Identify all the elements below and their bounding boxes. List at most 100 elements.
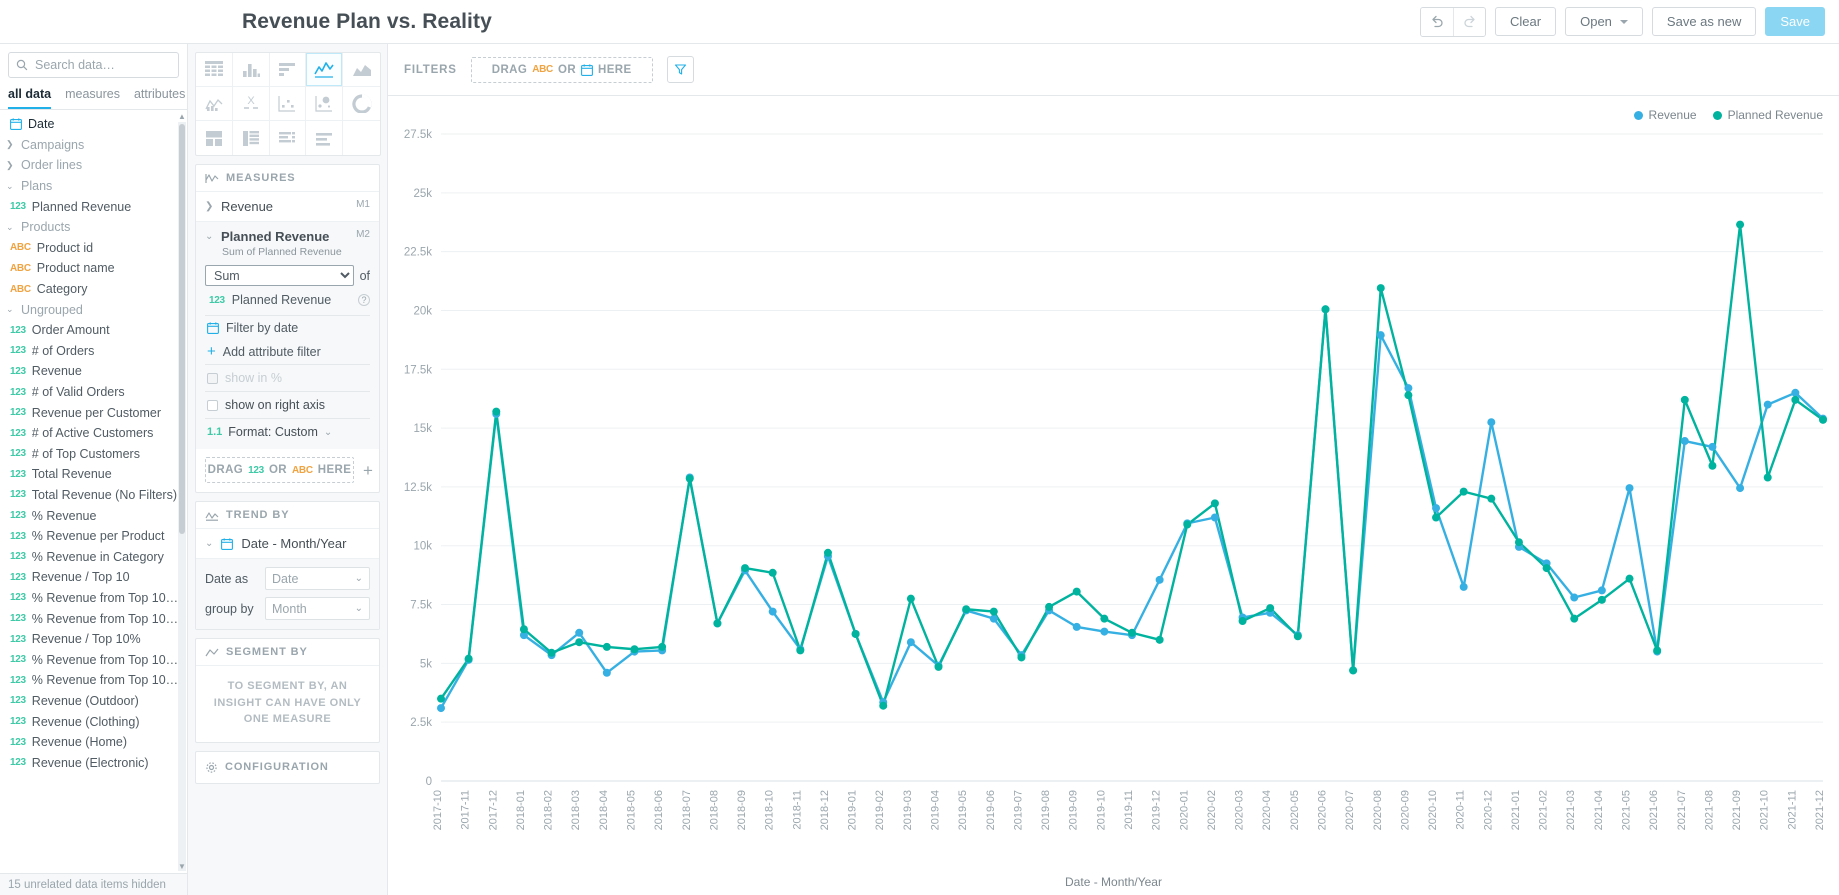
data-point-planned-revenue[interactable] <box>1763 473 1772 482</box>
help-icon[interactable]: ? <box>358 294 370 306</box>
data-point-planned-revenue[interactable] <box>519 625 528 634</box>
catalog-group-products[interactable]: ⌄ Products <box>0 217 187 238</box>
viz-type-table-chart[interactable] <box>196 53 233 87</box>
viz-type-column-chart[interactable] <box>232 53 270 87</box>
catalog-item-revenue-top-10[interactable]: 123 Revenue / Top 10 <box>0 567 187 588</box>
redo-button[interactable] <box>1453 7 1486 36</box>
measure-dropzone[interactable]: DRAG 123 OR ABC HERE <box>205 457 354 483</box>
catalog-item-revenue[interactable]: 123 % Revenue <box>0 505 187 526</box>
data-point-planned-revenue[interactable] <box>879 701 888 710</box>
viz-type-bubble-chart[interactable] <box>306 87 344 121</box>
save-as-new-button[interactable]: Save as new <box>1651 7 1757 36</box>
show-on-right-axis-row[interactable]: show on right axis <box>205 392 370 418</box>
aggregation-select[interactable]: SumAverageMinimumMaximumCountMedian <box>205 265 354 286</box>
data-point-planned-revenue[interactable] <box>602 642 611 651</box>
data-point-revenue[interactable] <box>1791 388 1800 397</box>
catalog-item-revenue-from-top-10[interactable]: 123 % Revenue from Top 10% … <box>0 670 187 691</box>
catalog-item-revenue-outdoor[interactable]: 123 Revenue (Outdoor) <box>0 691 187 712</box>
show-on-right-axis-checkbox[interactable] <box>207 399 218 411</box>
measure-item-revenue[interactable]: ❯ Revenue M1 <box>196 192 379 222</box>
catalog-group-campaigns[interactable]: ❯ Campaigns <box>0 135 187 156</box>
catalog-item-of-active-customers[interactable]: 123 # of Active Customers <box>0 423 187 444</box>
data-point-revenue[interactable] <box>989 614 998 623</box>
catalog-scrollbar-thumb[interactable] <box>179 124 185 534</box>
data-point-planned-revenue[interactable] <box>492 407 501 416</box>
catalog-group-plans[interactable]: ⌄ Plans <box>0 176 187 197</box>
viz-type-pivot-table[interactable] <box>270 121 307 155</box>
data-point-revenue[interactable] <box>1072 622 1081 631</box>
tab-all-data[interactable]: all data <box>8 84 52 109</box>
tab-measures[interactable]: measures <box>65 84 120 109</box>
catalog-item-revenue-in-category[interactable]: 123 % Revenue in Category <box>0 546 187 567</box>
data-point-revenue[interactable] <box>1432 504 1441 513</box>
data-point-planned-revenue[interactable] <box>1487 494 1496 503</box>
tab-attributes[interactable]: attributes <box>134 84 185 109</box>
data-point-revenue[interactable] <box>1708 442 1717 451</box>
data-point-revenue[interactable] <box>437 704 445 713</box>
catalog-group-order-lines[interactable]: ❯ Order lines <box>0 155 187 176</box>
catalog-group-ungrouped[interactable]: ⌄ Ungrouped <box>0 299 187 320</box>
data-point-revenue[interactable] <box>1459 582 1468 591</box>
filter-funnel-button[interactable] <box>666 56 694 83</box>
data-point-planned-revenue[interactable] <box>1238 617 1247 626</box>
data-point-planned-revenue[interactable] <box>989 607 998 616</box>
add-attribute-filter-link[interactable]: + Add attribute filter <box>205 340 370 364</box>
catalog-item-revenue-clothing[interactable]: 123 Revenue (Clothing) <box>0 711 187 732</box>
data-point-revenue[interactable] <box>1155 575 1164 584</box>
data-point-planned-revenue[interactable] <box>1293 632 1302 641</box>
data-point-planned-revenue[interactable] <box>1017 653 1026 662</box>
data-point-planned-revenue[interactable] <box>1819 415 1827 424</box>
data-point-revenue[interactable] <box>602 668 611 677</box>
data-point-planned-revenue[interactable] <box>1404 391 1413 400</box>
catalog-item-of-valid-orders[interactable]: 123 # of Valid Orders <box>0 382 187 403</box>
data-point-planned-revenue[interactable] <box>962 605 971 614</box>
undo-button[interactable] <box>1421 7 1454 36</box>
data-point-planned-revenue[interactable] <box>685 474 694 483</box>
configuration-panel[interactable]: CONFIGURATION <box>195 750 380 784</box>
catalog-item-revenue[interactable]: 123 Revenue <box>0 361 187 382</box>
data-point-revenue[interactable] <box>575 628 584 637</box>
search-box[interactable] <box>8 52 179 78</box>
data-point-revenue[interactable] <box>1763 400 1772 409</box>
viz-type-area-chart[interactable] <box>343 53 380 87</box>
data-point-planned-revenue[interactable] <box>1625 574 1634 583</box>
group-by-select[interactable]: Month ⌄ <box>265 597 370 620</box>
data-point-revenue[interactable] <box>1210 513 1219 522</box>
data-point-planned-revenue[interactable] <box>1183 520 1192 529</box>
data-point-planned-revenue[interactable] <box>741 564 750 573</box>
viz-type-kpi-list[interactable] <box>306 121 344 155</box>
viz-type-bar-chart[interactable] <box>269 53 307 87</box>
catalog-item-of-orders[interactable]: 123 # of Orders <box>0 341 187 362</box>
measure-field-row[interactable]: 123 Planned Revenue ? <box>205 286 370 315</box>
catalog-item-total-revenue-no-filters[interactable]: 123 Total Revenue (No Filters) <box>0 485 187 506</box>
data-point-planned-revenue[interactable] <box>1597 595 1606 604</box>
measure-item-planned-revenue[interactable]: ⌄ Planned Revenue M2 <box>196 222 379 246</box>
data-point-revenue[interactable] <box>1625 484 1634 493</box>
catalog-item-revenue-from-top-10[interactable]: 123 % Revenue from Top 10% … <box>0 649 187 670</box>
catalog-item-total-revenue[interactable]: 123 Total Revenue <box>0 464 187 485</box>
data-point-planned-revenue[interactable] <box>768 568 777 577</box>
catalog-item-revenue-home[interactable]: 123 Revenue (Home) <box>0 732 187 753</box>
visualization-type-picker[interactable]: X <box>195 52 381 156</box>
catalog-item-planned-revenue[interactable]: 123 Planned Revenue <box>0 196 187 217</box>
filters-dropzone[interactable]: DRAG ABC OR HERE <box>470 56 653 83</box>
viz-type-treemap-chart[interactable] <box>233 121 270 155</box>
data-point-revenue[interactable] <box>1597 586 1606 595</box>
data-point-revenue[interactable] <box>1404 384 1413 393</box>
catalog-item-order-amount[interactable]: 123 Order Amount <box>0 320 187 341</box>
data-point-planned-revenue[interactable] <box>1266 604 1275 613</box>
data-point-planned-revenue[interactable] <box>1376 284 1385 293</box>
data-point-revenue[interactable] <box>1100 627 1109 636</box>
data-point-planned-revenue[interactable] <box>1045 602 1054 611</box>
catalog-item-revenue-per-product[interactable]: 123 % Revenue per Product <box>0 526 187 547</box>
catalog-item-revenue-per-customer[interactable]: 123 Revenue per Customer <box>0 402 187 423</box>
data-point-planned-revenue[interactable] <box>1155 635 1164 644</box>
data-point-planned-revenue[interactable] <box>1349 666 1358 675</box>
data-point-revenue[interactable] <box>906 638 915 647</box>
data-point-planned-revenue[interactable] <box>1514 538 1523 547</box>
catalog-item-revenue-electronic[interactable]: 123 Revenue (Electronic) <box>0 752 187 773</box>
viz-type-scatter-chart[interactable] <box>269 87 307 121</box>
filter-by-date-link[interactable]: Filter by date <box>205 316 370 340</box>
data-point-planned-revenue[interactable] <box>575 638 584 647</box>
data-point-planned-revenue[interactable] <box>1708 461 1717 470</box>
